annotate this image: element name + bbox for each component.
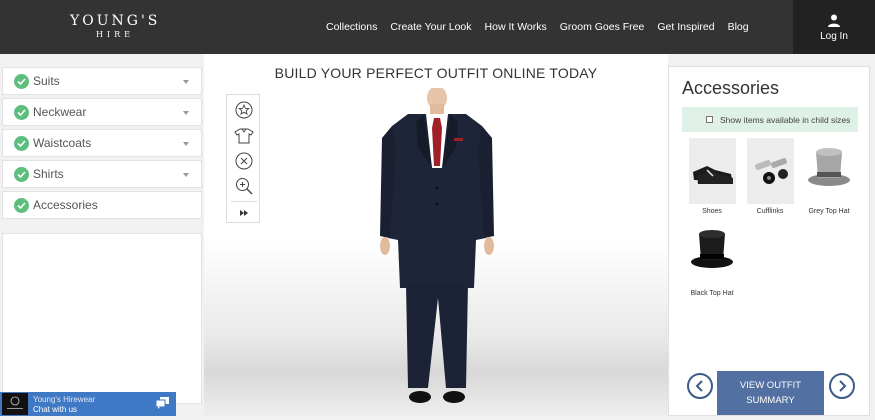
nav-get-inspired[interactable]: Get Inspired [657, 21, 714, 33]
accessory-item-cufflinks[interactable]: Cufflinks [743, 138, 797, 215]
category-waistcoats[interactable]: Waistcoats [2, 129, 202, 157]
category-label: Waistcoats [33, 136, 92, 150]
category-label: Accessories [33, 198, 98, 212]
nav-how-it-works[interactable]: How It Works [485, 21, 547, 33]
login-label: Log In [820, 31, 848, 42]
chat-bubble-icon [156, 397, 169, 409]
expand-toolbar-button[interactable] [234, 203, 254, 223]
child-sizes-checkbox[interactable] [706, 116, 713, 123]
close-circle-icon [235, 152, 253, 170]
category-shirts[interactable]: Shirts [2, 160, 202, 188]
cufflinks-image [746, 138, 794, 204]
child-sizes-filter[interactable]: Show items available in child sizes [682, 107, 858, 132]
check-icon [14, 166, 29, 182]
grey-top-hat-image [806, 138, 853, 204]
star-icon [235, 101, 253, 119]
chat-title: Young's Hirewear [33, 395, 96, 404]
shoes-image [688, 138, 736, 204]
site-header: YOUNG'S HIRE Collections Create Your Loo… [0, 0, 875, 54]
reset-button[interactable] [234, 151, 254, 171]
user-icon [828, 14, 840, 27]
brand-logo[interactable]: YOUNG'S HIRE [70, 13, 160, 40]
child-sizes-label: Show items available in child sizes [720, 114, 851, 125]
category-label: Neckwear [33, 105, 87, 119]
brand-name: YOUNG'S [70, 13, 161, 29]
chat-widget[interactable]: Young's Hirewear Chat with us [0, 392, 176, 416]
chevron-down-icon [183, 173, 189, 177]
black-top-hat-image [689, 220, 736, 286]
chevron-right-icon [839, 380, 847, 392]
nav-collections[interactable]: Collections [326, 21, 377, 33]
zoom-button[interactable] [234, 176, 254, 196]
zoom-in-icon [236, 178, 253, 195]
previous-step-button[interactable] [687, 373, 713, 399]
view-outfit-summary-button[interactable]: VIEW OUTFIT SUMMARY [717, 371, 824, 415]
favourite-button[interactable] [234, 100, 254, 120]
chevron-down-icon [183, 142, 189, 146]
fast-forward-icon [240, 210, 248, 216]
shirt-icon [234, 128, 254, 144]
suit-preview [380, 88, 494, 403]
check-icon [14, 135, 29, 151]
chevron-down-icon [183, 80, 189, 84]
accessory-label: Black Top Hat [690, 290, 734, 297]
category-panel: Suits Neckwear Waistcoats Shirts Accesso… [0, 66, 204, 404]
check-icon [14, 197, 29, 213]
accessory-item-shoes[interactable]: Shoes [685, 138, 739, 215]
nav-create-your-look[interactable]: Create Your Look [390, 21, 471, 33]
accessories-panel: Accessories Show items available in chil… [668, 66, 870, 416]
category-suits[interactable]: Suits [2, 67, 202, 95]
category-accessories[interactable]: Accessories [2, 191, 202, 219]
chat-brand-logo [2, 393, 28, 415]
next-step-button[interactable] [829, 373, 855, 399]
category-neckwear[interactable]: Neckwear [2, 98, 202, 126]
category-label: Shirts [33, 167, 64, 181]
login-button[interactable]: Log In [793, 0, 875, 54]
chat-subtitle: Chat with us [33, 405, 78, 414]
nav-blog[interactable]: Blog [728, 21, 749, 33]
toolbar-divider [231, 201, 257, 202]
accessory-item-grey-top-hat[interactable]: Grey Top Hat [802, 138, 856, 215]
accessory-label: Shoes [702, 208, 722, 215]
change-view-button[interactable] [234, 126, 254, 146]
chevron-down-icon [183, 111, 189, 115]
accessory-item-black-top-hat[interactable]: Black Top Hat [685, 220, 739, 297]
check-icon [14, 104, 29, 120]
check-icon [14, 73, 29, 89]
category-options-area [2, 233, 202, 404]
brand-sub: HIRE [96, 30, 134, 39]
category-label: Suits [33, 74, 60, 88]
main-nav: Collections Create Your Look How It Work… [326, 21, 749, 33]
accessories-title: Accessories [682, 78, 780, 98]
accessory-label: Grey Top Hat [808, 208, 850, 215]
page-title: BUILD YOUR PERFECT OUTFIT ONLINE TODAY [274, 65, 598, 81]
accessory-label: Cufflinks [756, 208, 784, 215]
nav-groom-goes-free[interactable]: Groom Goes Free [560, 21, 645, 33]
outfit-toolbar [226, 94, 260, 223]
chevron-left-icon [695, 380, 703, 392]
